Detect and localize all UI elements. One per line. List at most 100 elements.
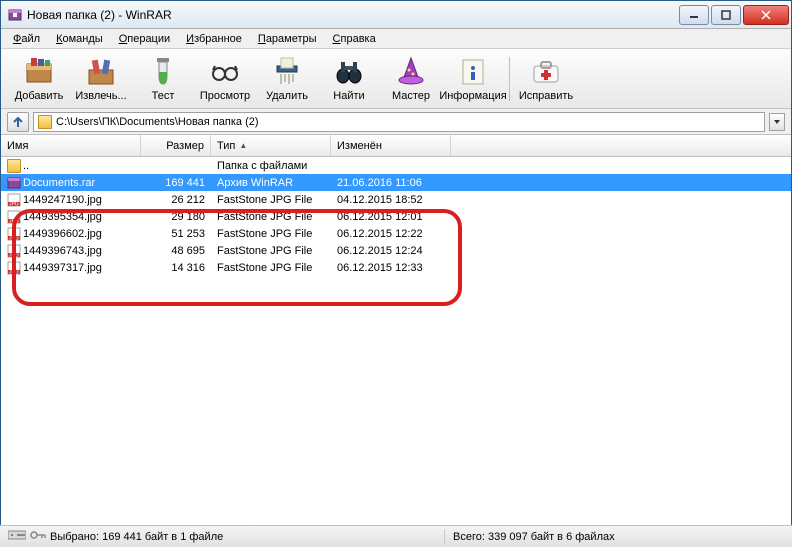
list-body[interactable]: ..Папка с файлами Documents.rar 169 441Арх… xyxy=(1,157,791,276)
find-button[interactable]: Найти xyxy=(319,52,379,106)
wizard-button[interactable]: Мастер xyxy=(381,52,441,106)
file-type: Архив WinRAR xyxy=(211,177,331,189)
file-date: 06.12.2015 12:01 xyxy=(331,211,451,223)
info-icon xyxy=(457,56,489,88)
titlebar[interactable]: Новая папка (2) - WinRAR xyxy=(1,1,791,29)
table-row[interactable]: JPG1449396743.jpg48 695FastStone JPG Fil… xyxy=(1,242,791,259)
status-total-text: Всего: 339 097 байт в 6 файлах xyxy=(453,531,615,543)
file-date: 06.12.2015 12:24 xyxy=(331,245,451,257)
folder-icon xyxy=(38,115,52,129)
svg-text:JPG: JPG xyxy=(9,235,19,241)
file-size: 14 316 xyxy=(141,262,211,274)
file-size: 26 212 xyxy=(141,194,211,206)
jpg-icon: JPG xyxy=(7,227,21,241)
path-text: C:\Users\ПК\Documents\Новая папка (2) xyxy=(56,116,259,128)
file-size: 51 253 xyxy=(141,228,211,240)
file-size: 48 695 xyxy=(141,245,211,257)
column-size[interactable]: Размер xyxy=(141,135,211,156)
info-button[interactable]: Информация xyxy=(443,52,503,106)
menu-favorites[interactable]: Избранное xyxy=(178,31,250,47)
find-label: Найти xyxy=(333,90,364,102)
file-name: Documents.rar xyxy=(23,177,95,189)
column-name[interactable]: Имя xyxy=(1,135,141,156)
close-button[interactable] xyxy=(743,5,789,25)
toolbar: Добавить Извлечь... Тест Просмотр Удалит… xyxy=(1,49,791,109)
extract-label: Извлечь... xyxy=(75,90,126,102)
key-icon xyxy=(30,529,46,544)
file-name: 1449395354.jpg xyxy=(23,211,102,223)
statusbar: Выбрано: 169 441 байт в 1 файле Всего: 3… xyxy=(0,525,792,547)
window-title: Новая папка (2) - WinRAR xyxy=(27,8,677,22)
shredder-icon xyxy=(271,56,303,88)
disk-icon xyxy=(8,529,26,544)
menu-options[interactable]: Параметры xyxy=(250,31,325,47)
books-open-icon xyxy=(85,56,117,88)
menubar: Файл Команды Операции Избранное Параметр… xyxy=(1,29,791,49)
test-button[interactable]: Тест xyxy=(133,52,193,106)
medkit-icon xyxy=(530,56,562,88)
file-date: 21.06.2016 11:06 xyxy=(331,177,451,189)
file-name: 1449397317.jpg xyxy=(23,262,102,274)
add-button[interactable]: Добавить xyxy=(9,52,69,106)
table-row[interactable]: JPG 1449396602.jpg 51 253FastStone JPG Fil… xyxy=(1,225,791,242)
table-row[interactable]: JPG1449395354.jpg29 180FastStone JPG Fil… xyxy=(1,208,791,225)
file-date: 06.12.2015 12:33 xyxy=(331,262,451,274)
file-date: 04.12.2015 18:52 xyxy=(331,194,451,206)
status-selected: Выбрано: 169 441 байт в 1 файле xyxy=(0,529,445,544)
toolbar-separator xyxy=(509,57,510,101)
path-dropdown-button[interactable] xyxy=(769,113,785,131)
folder-icon xyxy=(7,159,21,173)
repair-label: Исправить xyxy=(519,90,573,102)
rar-icon xyxy=(7,176,21,190)
table-row[interactable]: JPG1449397317.jpg 14 316FastStone JPG Fil… xyxy=(1,259,791,276)
wizard-hat-icon xyxy=(395,56,427,88)
file-list: Имя Размер Тип▲ Изменён ..Папка с файлам… xyxy=(1,135,791,276)
minimize-button[interactable] xyxy=(679,5,709,25)
jpg-icon: JPG xyxy=(7,210,21,224)
status-selected-text: Выбрано: 169 441 байт в 1 файле xyxy=(50,531,223,543)
app-icon xyxy=(7,7,23,23)
table-row[interactable]: ..Папка с файлами xyxy=(1,157,791,174)
menu-commands[interactable]: Команды xyxy=(48,31,111,47)
file-type: Папка с файлами xyxy=(211,160,331,172)
svg-text:JPG: JPG xyxy=(9,218,19,224)
binoculars-icon xyxy=(333,56,365,88)
view-label: Просмотр xyxy=(200,90,250,102)
menu-file[interactable]: Файл xyxy=(5,31,48,47)
test-tube-icon xyxy=(147,56,179,88)
addressbar: C:\Users\ПК\Documents\Новая папка (2) xyxy=(1,109,791,135)
file-size: 29 180 xyxy=(141,211,211,223)
status-total: Всего: 339 097 байт в 6 файлах xyxy=(445,531,623,543)
menu-help[interactable]: Справка xyxy=(325,31,384,47)
column-modified[interactable]: Изменён xyxy=(331,135,451,156)
view-button[interactable]: Просмотр xyxy=(195,52,255,106)
file-size: 169 441 xyxy=(141,177,211,189)
glasses-icon xyxy=(209,56,241,88)
sort-arrow-icon: ▲ xyxy=(239,141,247,150)
file-type: FastStone JPG File xyxy=(211,245,331,257)
repair-button[interactable]: Исправить xyxy=(516,52,576,106)
jpg-icon: JPG xyxy=(7,244,21,258)
jpg-icon: JPG xyxy=(7,193,21,207)
file-type: FastStone JPG File xyxy=(211,262,331,274)
jpg-icon: JPG xyxy=(7,261,21,275)
table-row[interactable]: JPG1449247190.jpg 26 212FastStone JPG Fil… xyxy=(1,191,791,208)
file-name: 1449247190.jpg xyxy=(23,194,102,206)
up-button[interactable] xyxy=(7,112,29,132)
extract-button[interactable]: Извлечь... xyxy=(71,52,131,106)
menu-operations[interactable]: Операции xyxy=(111,31,178,47)
wizard-label: Мастер xyxy=(392,90,430,102)
info-label: Информация xyxy=(439,90,506,102)
maximize-button[interactable] xyxy=(711,5,741,25)
window-controls xyxy=(677,5,789,25)
file-date: 06.12.2015 12:22 xyxy=(331,228,451,240)
add-label: Добавить xyxy=(15,90,64,102)
delete-button[interactable]: Удалить xyxy=(257,52,317,106)
path-box[interactable]: C:\Users\ПК\Documents\Новая папка (2) xyxy=(33,112,765,132)
file-type: FastStone JPG File xyxy=(211,194,331,206)
file-name: 1449396602.jpg xyxy=(23,228,102,240)
column-type[interactable]: Тип▲ xyxy=(211,135,331,156)
svg-text:JPG: JPG xyxy=(9,252,19,258)
table-row[interactable]: Documents.rar 169 441Архив WinRAR21.06.20… xyxy=(1,174,791,191)
file-type: FastStone JPG File xyxy=(211,228,331,240)
